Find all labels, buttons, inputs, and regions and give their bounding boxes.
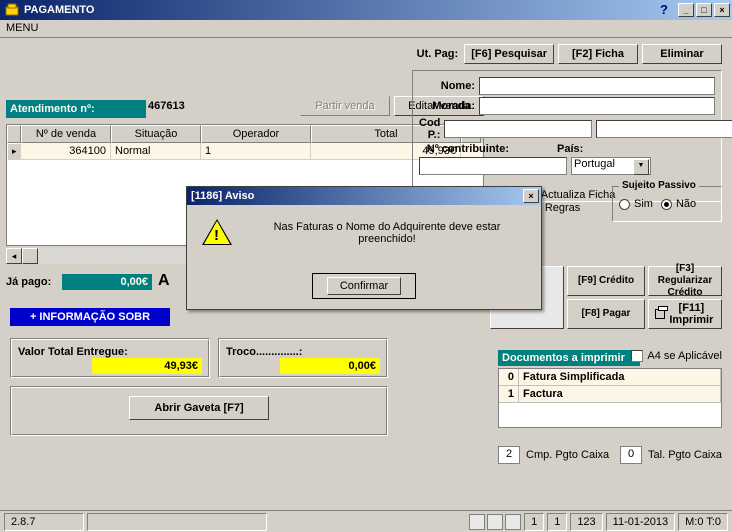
- warning-icon: !: [203, 219, 231, 247]
- dialog-text: Nas Faturas o Nome do Adquirente deve es…: [245, 221, 529, 245]
- dialog-titlebar: [1186] Aviso ×: [187, 187, 541, 205]
- dialog-close-button[interactable]: ×: [523, 189, 539, 203]
- confirmar-button[interactable]: Confirmar: [312, 273, 416, 299]
- aviso-dialog: [1186] Aviso × ! Nas Faturas o Nome do A…: [186, 186, 542, 310]
- dialog-backdrop: [1186] Aviso × ! Nas Faturas o Nome do A…: [0, 0, 732, 532]
- dialog-title: [1186] Aviso: [189, 190, 521, 202]
